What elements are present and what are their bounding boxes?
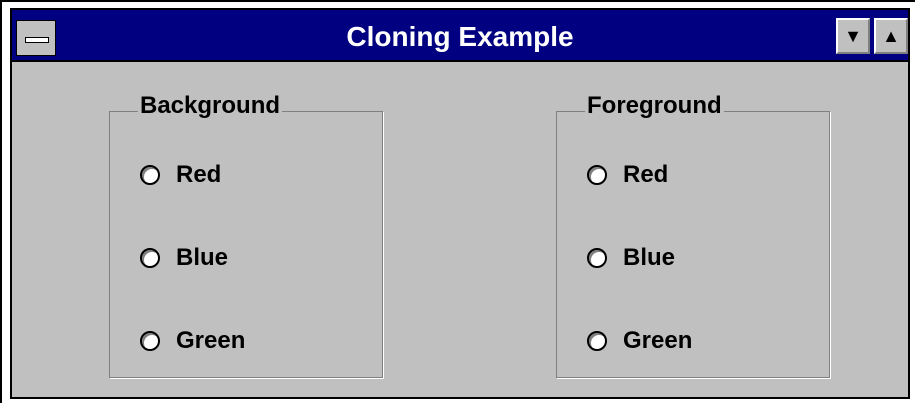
- screen-edge-top: [0, 0, 915, 2]
- background-radio-red[interactable]: Red: [140, 160, 221, 190]
- radio-label: Green: [623, 327, 693, 354]
- background-radio-green[interactable]: Green: [140, 326, 245, 356]
- radio-label: Green: [176, 327, 246, 354]
- radio-circle-icon[interactable]: [587, 165, 607, 185]
- foreground-group-label: Foreground: [585, 92, 724, 120]
- screen-edge-left: [0, 0, 2, 403]
- foreground-group: Foreground Red Blue Green: [556, 92, 830, 378]
- foreground-radio-blue[interactable]: Blue: [587, 243, 675, 273]
- minimize-arrow-icon: ▼: [844, 26, 862, 46]
- radio-circle-icon[interactable]: [587, 331, 607, 351]
- foreground-radio-green[interactable]: Green: [587, 326, 692, 356]
- background-radio-blue[interactable]: Blue: [140, 243, 228, 273]
- radio-label: Blue: [623, 244, 676, 271]
- background-group-label: Background: [138, 92, 283, 120]
- radio-circle-icon[interactable]: [587, 248, 607, 268]
- radio-label: Red: [623, 161, 669, 188]
- radio-label: Blue: [176, 244, 229, 271]
- title-bar[interactable]: Cloning Example ▼ ▲: [12, 10, 908, 62]
- radio-label: Red: [176, 161, 222, 188]
- radio-circle-icon[interactable]: [140, 331, 160, 351]
- dialog-window: Cloning Example ▼ ▲ Background Red Blue …: [10, 8, 910, 399]
- radio-circle-icon[interactable]: [140, 165, 160, 185]
- radio-circle-icon[interactable]: [140, 248, 160, 268]
- foreground-radio-red[interactable]: Red: [587, 160, 668, 190]
- background-group: Background Red Blue Green: [109, 92, 383, 378]
- window-title: Cloning Example: [346, 21, 574, 52]
- maximize-button[interactable]: ▲: [874, 18, 908, 54]
- minimize-button[interactable]: ▼: [836, 18, 870, 54]
- maximize-arrow-icon: ▲: [882, 26, 900, 46]
